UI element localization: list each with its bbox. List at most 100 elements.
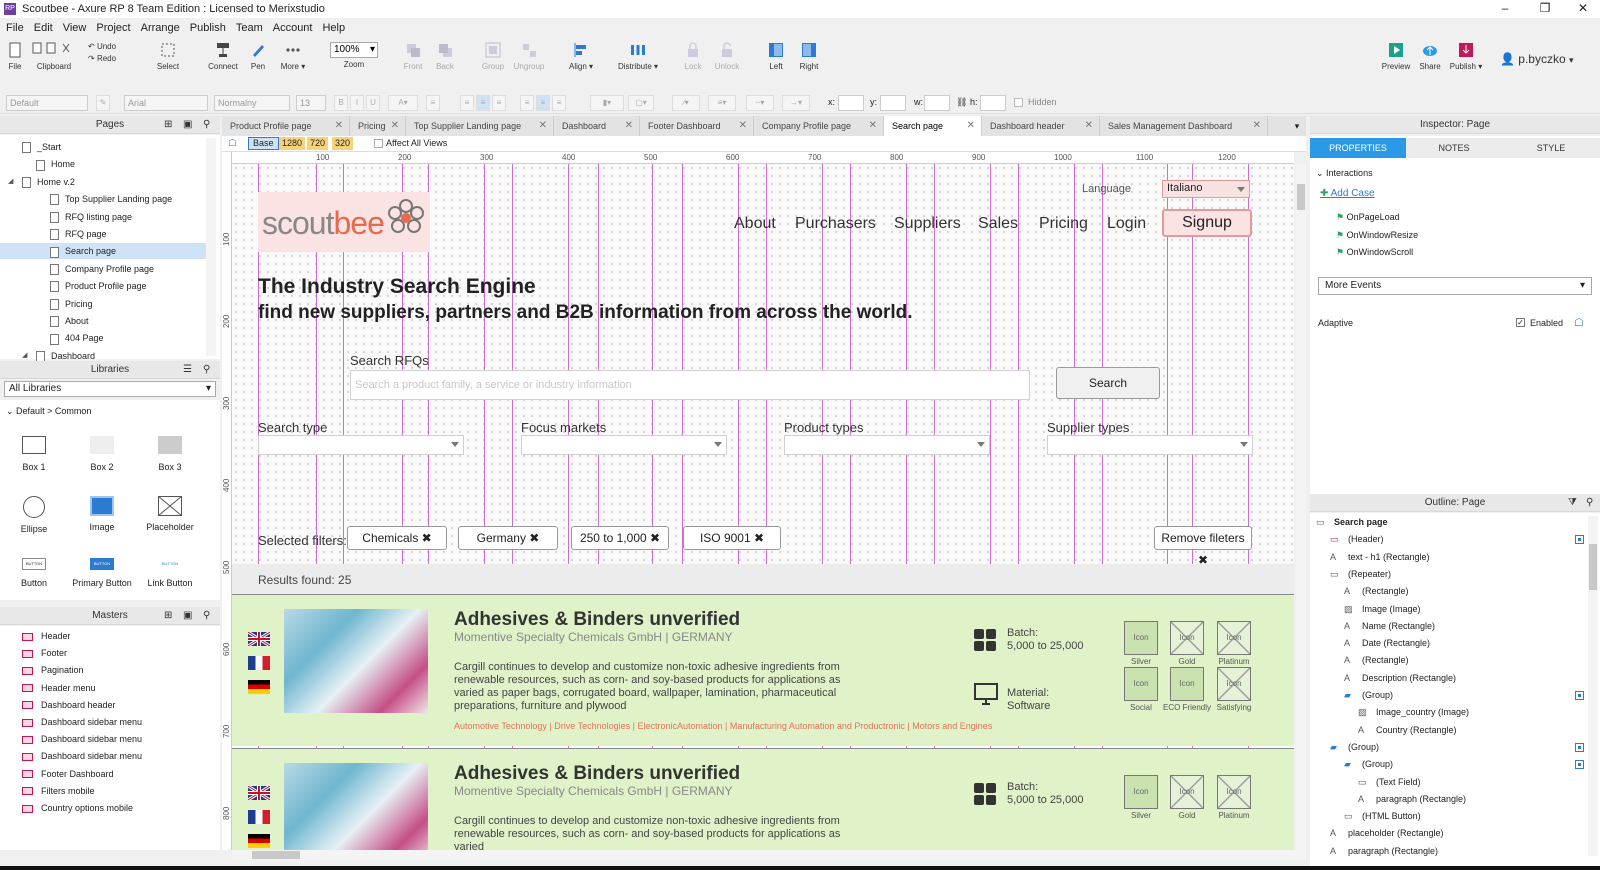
page-item[interactable]: RFQ page <box>0 226 206 242</box>
master-item[interactable]: Dashboard sidebar menu <box>22 714 142 731</box>
menu-view[interactable]: View <box>63 22 87 34</box>
text-color-button[interactable]: A▾ <box>388 95 418 111</box>
outline-item[interactable]: A Country (Rectangle) <box>1358 722 1457 739</box>
close-tab-icon[interactable]: ✕ <box>967 116 975 136</box>
minimize-button[interactable]: – <box>1490 0 1520 18</box>
outline-item[interactable]: Aparagraph (Rectangle) <box>1358 791 1466 808</box>
bold-button[interactable]: B <box>334 95 348 111</box>
design-canvas[interactable]: Language Italiano scoutbee About Purchas… <box>232 164 1294 850</box>
pen-tool[interactable]: Pen <box>246 42 270 71</box>
tab-properties[interactable]: PROPERTIES <box>1310 138 1406 158</box>
filter-icon[interactable]: ⧩ <box>1568 494 1577 512</box>
menu-edit[interactable]: Edit <box>34 22 53 34</box>
nav-about[interactable]: About <box>734 215 776 233</box>
menu-icon[interactable]: ☰ <box>183 361 192 379</box>
outline-item[interactable]: ▭ (Text Field) <box>1358 774 1421 791</box>
tab-document[interactable]: Dashboard header ✕ <box>982 116 1100 136</box>
shadow-button[interactable]: ▢▾ <box>628 95 654 111</box>
result-card[interactable]: Adhesives & Binders unverified Momentive… <box>232 594 1294 746</box>
w-input[interactable] <box>924 95 950 111</box>
connect-tool[interactable]: Connect <box>204 42 242 71</box>
page-item[interactable]: ◢ Home v.2 <box>0 174 206 190</box>
nav-sales[interactable]: Sales <box>978 215 1018 233</box>
enabled-checkbox[interactable]: ✓ <box>1516 318 1525 327</box>
outline-item[interactable]: A Description (Rectangle) <box>1344 670 1456 687</box>
page-item[interactable]: RFQ listing page <box>0 209 206 225</box>
master-item[interactable]: Country options mobile <box>22 800 133 817</box>
menu-project[interactable]: Project <box>96 22 130 34</box>
fill-color-button[interactable]: ▮▾ <box>590 95 624 111</box>
outline-item[interactable]: A Date (Rectangle) <box>1344 635 1430 652</box>
views-icon[interactable]: ☖ <box>228 138 237 149</box>
align-button[interactable]: Align ▾ <box>566 42 596 71</box>
menu-team[interactable]: Team <box>236 22 263 34</box>
outline-item[interactable]: A (Rectangle) <box>1344 583 1409 600</box>
lock-ratio-icon[interactable]: ⛓ <box>956 97 967 107</box>
result-card[interactable]: Adhesives & Binders unverified Momentive… <box>232 748 1294 850</box>
publish-button[interactable]: Publish ▾ <box>1448 42 1484 71</box>
nav-purchasers[interactable]: Purchasers <box>795 215 876 233</box>
page-item[interactable]: About <box>0 313 206 329</box>
signup-button[interactable]: Signup <box>1162 209 1252 237</box>
library-select[interactable]: All Libraries ▾ <box>4 381 216 397</box>
expand-caret-icon[interactable]: ◢ <box>8 174 13 190</box>
scoutbee-logo[interactable]: scoutbee <box>258 192 430 252</box>
page-item[interactable]: Home <box>0 156 206 172</box>
menu-file[interactable]: File <box>6 22 24 34</box>
outline-item[interactable]: A (Rectangle) <box>1344 652 1409 669</box>
add-case-link[interactable]: ✚ Add Case <box>1320 188 1375 199</box>
select-tool[interactable]: Select <box>148 42 188 71</box>
line-style-button[interactable]: ┄▾ <box>746 95 774 111</box>
remove-filters-button[interactable]: Remove fileters ✖ <box>1154 526 1252 567</box>
interactions-heading[interactable]: ⌄ Interactions <box>1316 168 1373 179</box>
widget-box3[interactable]: Box 3 <box>140 436 200 472</box>
line-width-button[interactable]: ≡▾ <box>708 95 736 111</box>
arrow-style-button[interactable]: →▾ <box>782 95 810 111</box>
search-input[interactable]: Search a product family, a service or in… <box>350 370 1030 400</box>
font-weight-select[interactable]: Normalny <box>214 95 290 111</box>
master-item[interactable]: Dashboard header <box>22 697 116 714</box>
master-item[interactable]: Dashboard sidebar menu <box>22 731 142 748</box>
widget-image[interactable]: Image <box>72 496 132 532</box>
master-item[interactable]: Pagination <box>22 662 84 679</box>
group-button[interactable]: Group <box>478 42 508 71</box>
tab-document[interactable]: Top Supplier Landing page ✕ <box>406 116 554 136</box>
add-folder-icon[interactable]: ▣ <box>183 116 192 134</box>
tab-document[interactable]: Footer Dashboard ✕ <box>640 116 754 136</box>
outline-scrollbar[interactable] <box>1588 516 1598 856</box>
menu-help[interactable]: Help <box>322 22 345 34</box>
bring-front-button[interactable]: Front <box>400 42 426 71</box>
outline-item[interactable]: Atext - h1 (Rectangle) <box>1330 549 1430 566</box>
left-button[interactable]: Left <box>764 42 788 71</box>
tab-document[interactable]: Dashboard ✕ <box>554 116 640 136</box>
outline-adaptive-checkbox[interactable] <box>1575 742 1584 752</box>
undo-button[interactable]: ↶ Undo <box>88 42 128 51</box>
share-button[interactable]: Share <box>1416 42 1444 71</box>
align-right-button[interactable]: ≡ <box>492 95 506 111</box>
valign-middle-button[interactable]: ≡ <box>536 95 550 111</box>
filter-chip-germany[interactable]: Germany ✖ <box>458 526 558 550</box>
canvas-scrollbar-vertical[interactable] <box>1296 164 1306 850</box>
nav-pricing[interactable]: Pricing <box>1039 215 1088 233</box>
unlock-button[interactable]: Unlock <box>712 42 742 71</box>
font-size-select[interactable]: 13 <box>296 95 326 111</box>
h-input[interactable] <box>980 95 1006 111</box>
view-base[interactable]: Base <box>248 137 279 150</box>
lock-button[interactable]: Lock <box>680 42 706 71</box>
user-menu[interactable]: 👤 p.byczko ▾ <box>1500 52 1574 66</box>
nav-suppliers[interactable]: Suppliers <box>894 215 961 233</box>
close-tab-icon[interactable]: ✕ <box>1253 116 1261 136</box>
filter-focus-markets-select[interactable] <box>521 435 727 455</box>
menu-account[interactable]: Account <box>273 22 313 34</box>
style-select[interactable]: Default <box>6 95 88 111</box>
outline-item[interactable]: ▭ (Repeater) <box>1330 566 1391 583</box>
tab-notes[interactable]: NOTES <box>1406 138 1502 158</box>
master-item[interactable]: Dashboard sidebar menu <box>22 748 142 765</box>
right-button[interactable]: Right <box>796 42 822 71</box>
pages-scrollbar[interactable] <box>206 138 216 356</box>
filter-chip-iso[interactable]: ISO 9001 ✖ <box>683 526 781 550</box>
outline-item[interactable]: Aplaceholder (Rectangle) <box>1330 825 1444 842</box>
search-icon[interactable]: ⚲ <box>203 361 210 379</box>
tab-document[interactable]: Pricing ✕ <box>350 116 406 136</box>
event-item[interactable]: ⚑ OnWindowResize <box>1336 230 1418 241</box>
